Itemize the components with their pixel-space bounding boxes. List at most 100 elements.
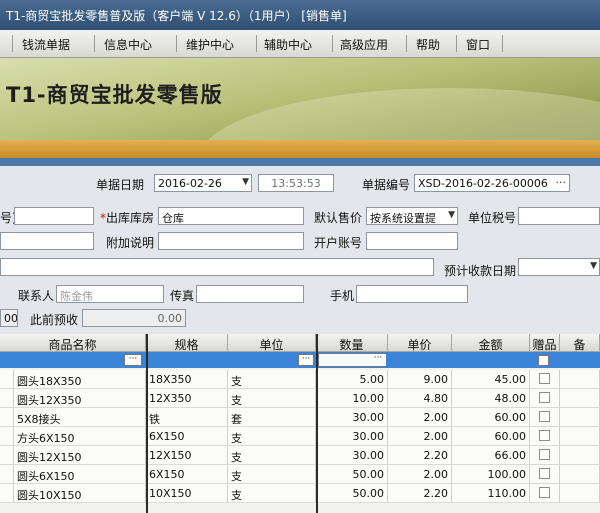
time-field[interactable]: 13:53:53 bbox=[258, 174, 334, 192]
cell-product-name[interactable]: 圆头6X150 bbox=[14, 465, 146, 484]
ellipsis-icon[interactable]: ··· bbox=[370, 354, 386, 366]
doc-number-field[interactable]: XSD-2016-02-26-00006 ··· bbox=[414, 174, 570, 192]
address-field[interactable] bbox=[0, 258, 434, 276]
date-field[interactable]: 2016-02-26 ▼ bbox=[154, 174, 252, 192]
cell-spec[interactable]: 18X350 bbox=[146, 370, 228, 389]
cell-price[interactable]: 2.00 bbox=[388, 465, 452, 484]
cell-amount[interactable]: 45.00 bbox=[452, 370, 530, 389]
cell-product-name[interactable]: 圆头18X350 bbox=[14, 370, 146, 389]
cell-product-name[interactable]: 方头6X150 bbox=[14, 427, 146, 446]
cell-quantity[interactable]: 5.00 bbox=[316, 370, 388, 389]
cell-quantity[interactable]: 30.00 bbox=[316, 408, 388, 427]
cell-unit[interactable]: 支 bbox=[228, 484, 316, 503]
cell-spec[interactable]: 10X150 bbox=[146, 484, 228, 503]
mobile-field[interactable] bbox=[356, 285, 468, 303]
ellipsis-icon[interactable]: ··· bbox=[124, 354, 142, 366]
cell-spec[interactable]: 铁 bbox=[146, 408, 228, 427]
cell-remark[interactable] bbox=[560, 389, 600, 408]
cell-amount[interactable]: 100.00 bbox=[452, 465, 530, 484]
menu-item-cash-docs[interactable]: 钱流单据 bbox=[22, 36, 70, 53]
table-row[interactable]: 圆头12X150 12X150 支 30.00 2.20 66.00 bbox=[0, 446, 600, 465]
extra-note-field[interactable] bbox=[158, 232, 304, 250]
cell-product-name[interactable]: 5X8接头 bbox=[14, 408, 146, 427]
contact-field[interactable]: 陈金伟 bbox=[56, 285, 164, 303]
gift-checkbox[interactable] bbox=[538, 355, 549, 366]
cell-remark[interactable] bbox=[560, 370, 600, 389]
gift-checkbox[interactable] bbox=[539, 487, 550, 498]
cell-price[interactable]: 4.80 bbox=[388, 389, 452, 408]
column-header-price[interactable]: 单价 bbox=[388, 334, 452, 352]
menu-item-info-center[interactable]: 信息中心 bbox=[104, 36, 152, 53]
menu-item-window[interactable]: 窗口 bbox=[466, 36, 490, 53]
cell-product-name[interactable]: 圆头10X150 bbox=[14, 484, 146, 503]
cell-product-name[interactable]: 圆头12X350 bbox=[14, 389, 146, 408]
column-header-product-name[interactable]: 商品名称 bbox=[0, 334, 146, 352]
column-header-remark[interactable]: 备 bbox=[560, 334, 600, 352]
ellipsis-icon[interactable]: ··· bbox=[298, 354, 314, 366]
cell-price[interactable]: 2.20 bbox=[388, 446, 452, 465]
gift-checkbox[interactable] bbox=[539, 373, 550, 384]
column-header-unit[interactable]: 单位 bbox=[228, 334, 316, 352]
cell-quantity[interactable]: 50.00 bbox=[316, 465, 388, 484]
cell-unit[interactable]: 支 bbox=[228, 465, 316, 484]
cell-remark[interactable] bbox=[560, 446, 600, 465]
cell-price[interactable]: 2.00 bbox=[388, 427, 452, 446]
table-row[interactable]: 圆头18X350 18X350 支 5.00 9.00 45.00 bbox=[0, 370, 600, 389]
cell-product-name[interactable]: 圆头12X150 bbox=[14, 446, 146, 465]
cell-price[interactable]: 2.20 bbox=[388, 484, 452, 503]
column-header-gift[interactable]: 赠品 bbox=[530, 334, 560, 352]
table-row[interactable]: 方头6X150 6X150 支 30.00 2.00 60.00 bbox=[0, 427, 600, 446]
cell-amount[interactable]: 66.00 bbox=[452, 446, 530, 465]
cell-quantity[interactable]: 10.00 bbox=[316, 389, 388, 408]
cell-spec[interactable]: 6X150 bbox=[146, 427, 228, 446]
table-row[interactable]: 圆头12X350 12X350 支 10.00 4.80 48.00 bbox=[0, 389, 600, 408]
cell-quantity[interactable]: 30.00 bbox=[316, 427, 388, 446]
table-row[interactable]: 圆头10X150 10X150 支 50.00 2.20 110.00 bbox=[0, 484, 600, 503]
table-row[interactable]: 5X8接头铁套 30.00 2.00 60.00 bbox=[0, 408, 600, 427]
ellipsis-icon[interactable]: ··· bbox=[556, 176, 567, 189]
warehouse-field[interactable]: 仓库 bbox=[158, 207, 304, 225]
clipped-field-2[interactable] bbox=[0, 232, 94, 250]
gift-checkbox[interactable] bbox=[539, 392, 550, 403]
tax-no-field[interactable] bbox=[518, 207, 600, 225]
cell-unit[interactable]: 套 bbox=[228, 408, 316, 427]
cell-amount[interactable]: 60.00 bbox=[452, 427, 530, 446]
cell-remark[interactable] bbox=[560, 427, 600, 446]
table-row[interactable]: 圆头6X150 6X150 支 50.00 2.00 100.00 bbox=[0, 465, 600, 484]
chevron-down-icon[interactable]: ▼ bbox=[448, 210, 455, 220]
gift-checkbox[interactable] bbox=[539, 411, 550, 422]
cell-amount[interactable]: 60.00 bbox=[452, 408, 530, 427]
gift-checkbox[interactable] bbox=[539, 449, 550, 460]
menu-item-help[interactable]: 帮助 bbox=[416, 36, 440, 53]
menu-item-maintenance-center[interactable]: 维护中心 bbox=[186, 36, 234, 53]
cell-remark[interactable] bbox=[560, 408, 600, 427]
cell-unit[interactable]: 支 bbox=[228, 427, 316, 446]
bank-account-field[interactable] bbox=[366, 232, 458, 250]
cell-amount[interactable]: 48.00 bbox=[452, 389, 530, 408]
cell-amount[interactable]: 110.00 bbox=[452, 484, 530, 503]
chevron-down-icon[interactable]: ▼ bbox=[242, 177, 249, 187]
cell-spec[interactable]: 12X350 bbox=[146, 389, 228, 408]
cell-remark[interactable] bbox=[560, 484, 600, 503]
expected-date-field[interactable]: ▼ bbox=[518, 258, 600, 276]
column-header-amount[interactable]: 金额 bbox=[452, 334, 530, 352]
cell-remark[interactable] bbox=[560, 465, 600, 484]
cell-quantity[interactable]: 50.00 bbox=[316, 484, 388, 503]
menu-item-advanced[interactable]: 高级应用 bbox=[340, 36, 388, 53]
cell-unit[interactable]: 支 bbox=[228, 446, 316, 465]
cell-unit[interactable]: 支 bbox=[228, 389, 316, 408]
gift-checkbox[interactable] bbox=[539, 430, 550, 441]
cell-spec[interactable]: 6X150 bbox=[146, 465, 228, 484]
chevron-down-icon[interactable]: ▼ bbox=[590, 261, 597, 271]
menu-item-aux-center[interactable]: 辅助中心 bbox=[264, 36, 312, 53]
cell-spec[interactable]: 12X150 bbox=[146, 446, 228, 465]
cell-quantity[interactable]: 30.00 bbox=[316, 446, 388, 465]
column-header-spec[interactable]: 规格 bbox=[146, 334, 228, 352]
cell-unit[interactable]: 支 bbox=[228, 370, 316, 389]
cell-price[interactable]: 2.00 bbox=[388, 408, 452, 427]
default-price-select[interactable]: 按系统设置提 ▼ bbox=[366, 207, 458, 225]
clipped-field[interactable] bbox=[14, 207, 94, 225]
gift-checkbox[interactable] bbox=[539, 468, 550, 479]
grid-selected-row[interactable]: ··· ··· ··· bbox=[0, 352, 600, 368]
column-header-quantity[interactable]: 数量 bbox=[316, 334, 388, 352]
